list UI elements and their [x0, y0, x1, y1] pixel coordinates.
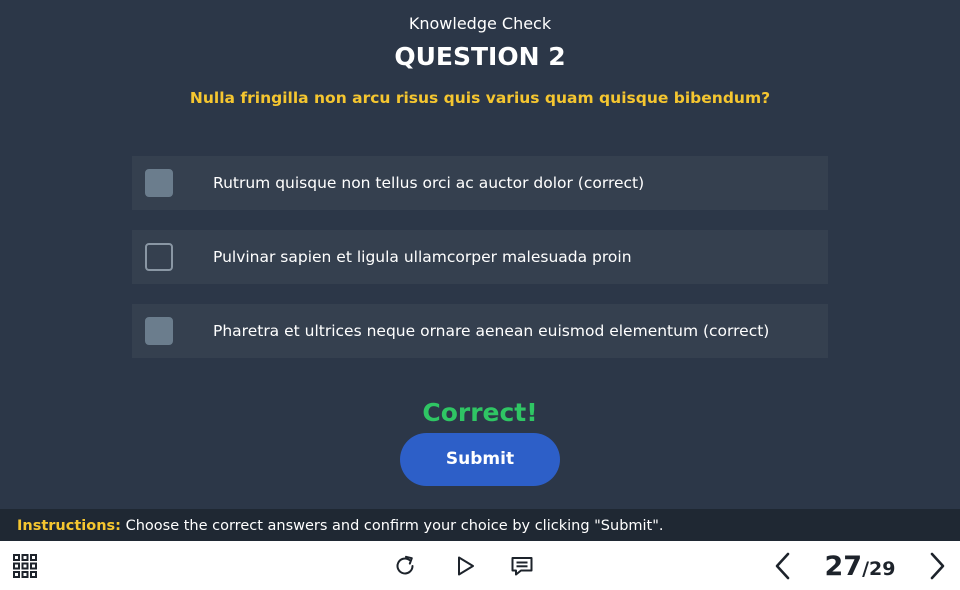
next-slide-button[interactable] — [920, 541, 954, 590]
chevron-left-icon — [775, 552, 790, 579]
slide-counter: 27/29 — [812, 541, 908, 590]
total-slides: /29 — [862, 558, 896, 580]
checkbox-unchecked[interactable] — [145, 243, 173, 271]
menu-button[interactable] — [6, 541, 44, 590]
notes-icon — [511, 556, 533, 575]
answer-option-1[interactable]: Rutrum quisque non tellus orci ac auctor… — [132, 156, 828, 210]
answer-option-2[interactable]: Pulvinar sapien et ligula ullamcorper ma… — [132, 230, 828, 284]
instructions-key: Instructions: — [17, 518, 121, 534]
section-label: Knowledge Check — [408, 14, 552, 33]
player-toolbar: 27/29 — [0, 541, 960, 590]
question-title: QUESTION 2 — [394, 42, 566, 71]
checkbox-checked[interactable] — [145, 169, 173, 197]
instructions-bar: Instructions: Choose the correct answers… — [0, 509, 960, 541]
menu-grid-icon — [13, 553, 37, 578]
slide-stage: Knowledge Check QUESTION 2 Nulla fringil… — [0, 0, 960, 509]
answer-option-label: Rutrum quisque non tellus orci ac auctor… — [213, 174, 645, 192]
notes-button[interactable] — [505, 541, 539, 590]
current-slide-number: 27 — [824, 551, 863, 582]
answer-option-label: Pharetra et ultrices neque ornare aenean… — [213, 322, 770, 340]
previous-slide-button[interactable] — [766, 541, 800, 590]
replay-button[interactable] — [388, 541, 422, 590]
submit-button[interactable]: Submit — [400, 433, 560, 486]
instructions-text: Choose the correct answers and confirm y… — [120, 518, 664, 534]
feedback-message: Correct! — [422, 398, 538, 427]
checkbox-checked[interactable] — [145, 317, 173, 345]
answer-option-3[interactable]: Pharetra et ultrices neque ornare aenean… — [132, 304, 828, 358]
play-icon — [458, 556, 474, 575]
play-button[interactable] — [448, 541, 482, 590]
question-text: Nulla fringilla non arcu risus quis vari… — [189, 89, 771, 107]
chevron-right-icon — [930, 552, 945, 579]
replay-icon — [396, 555, 414, 574]
answer-option-label: Pulvinar sapien et ligula ullamcorper ma… — [213, 248, 632, 266]
